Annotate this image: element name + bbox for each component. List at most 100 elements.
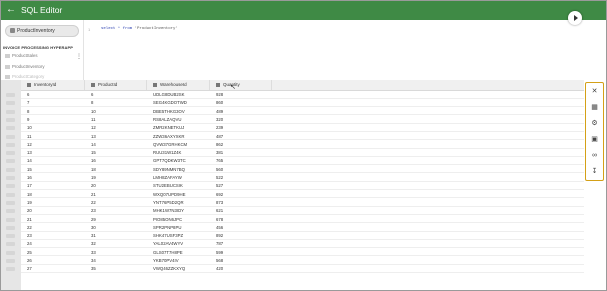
row-selector[interactable]: [6, 192, 15, 197]
table-cell: DBE5THKG3OV: [153, 108, 185, 114]
row-selector[interactable]: [6, 225, 15, 230]
table-row[interactable]: 26 34 YKB70PV4IV 568: [21, 257, 584, 265]
row-selector[interactable]: [6, 142, 15, 147]
table-cell: SHK47USF3PZ: [153, 233, 184, 239]
table-cell: 692: [216, 191, 224, 197]
table-cell: ZZW36AXYXKR: [153, 133, 185, 139]
row-selector[interactable]: [6, 151, 15, 156]
row-selector[interactable]: [6, 159, 15, 164]
table-cell: 22: [91, 199, 96, 205]
export-icon[interactable]: ▣: [590, 135, 599, 144]
table-cell: 599: [216, 249, 224, 255]
table-row[interactable]: 20 23 MHK1W7N3IDY 621: [21, 207, 584, 215]
table-cell: RS8ALZAQVU: [153, 116, 182, 122]
row-selector[interactable]: [6, 209, 15, 214]
table-cell: 13: [27, 150, 32, 156]
table-row[interactable]: 27 35 VWQ46ZZKXYQ 420: [21, 265, 584, 274]
row-selector[interactable]: [6, 217, 15, 222]
column-header-warehouseid[interactable]: WarehouseId: [147, 80, 210, 90]
sidebar: ProductInventory INVOICE PROCESSING HYPE…: [1, 20, 84, 80]
table-cell: 20: [91, 183, 96, 189]
table-cell: 19: [27, 199, 32, 205]
table-row[interactable]: 14 16 GPT7QDKW3TC 765: [21, 157, 584, 166]
row-selector[interactable]: [6, 259, 15, 263]
table-cell: 15: [91, 150, 96, 156]
section-title: INVOICE PROCESSING HYPERAPP: [3, 45, 74, 50]
column-header-inventoryid[interactable]: InventoryId: [21, 80, 85, 90]
row-selector[interactable]: [6, 242, 15, 247]
row-selector[interactable]: [6, 250, 15, 255]
table-row[interactable]: 9 11 RS8ALZAQVU 320: [21, 116, 584, 124]
table-cell: SPR2PNP8PU: [153, 224, 182, 230]
table-cell: 14: [91, 141, 96, 147]
row-selector[interactable]: [6, 109, 15, 114]
table-row[interactable]: 12 14 QVW37GRHKCM 862: [21, 141, 584, 149]
table-row[interactable]: 19 22 YNT76P5D2QR 873: [21, 199, 584, 207]
table-cell: 527: [216, 183, 224, 189]
table-cell: MHK1W7N3IDY: [153, 208, 185, 214]
sql-query[interactable]: select * from 'ProductInventory': [101, 27, 178, 31]
column-header-productid[interactable]: ProductId: [85, 80, 147, 90]
table-row[interactable]: 7 8 SEG4KGDOTWD 860: [21, 99, 584, 108]
row-selector[interactable]: [6, 234, 15, 239]
row-selector[interactable]: [6, 126, 15, 131]
row-selector[interactable]: [6, 267, 15, 272]
table-cell: 21: [91, 191, 96, 197]
table-row[interactable]: 8 10 DBE5THKG3OV 489: [21, 108, 584, 116]
table-row[interactable]: 22 30 SPR2PNP8PU 456: [21, 224, 584, 232]
row-selector[interactable]: [6, 134, 15, 139]
table-row[interactable]: 15 18 SDY89NMN7BQ 560: [21, 166, 584, 174]
table-row[interactable]: 11 13 ZZW36AXYXKR 487: [21, 133, 584, 141]
table-row[interactable]: 18 21 WXQ07UPD9HE 692: [21, 191, 584, 199]
kebab-menu-icon[interactable]: ⋮: [76, 54, 82, 60]
mouse-cursor-icon: ↖: [230, 84, 236, 91]
run-query-button[interactable]: [568, 11, 582, 25]
table-cell: ZMR2KNETKUJ: [153, 125, 185, 131]
table-row[interactable]: 16 19 LMH8ZAFAYW 522: [21, 174, 584, 182]
row-selector[interactable]: [6, 184, 15, 189]
row-selector[interactable]: [6, 176, 15, 180]
sql-editor[interactable]: 1 select * from 'ProductInventory': [84, 20, 584, 80]
table-row[interactable]: 17 20 STU2EBUCSIK 527: [21, 182, 584, 191]
table-row[interactable]: 25 33 GLS07T7H8PE 599: [21, 249, 584, 257]
table-cell: 34: [91, 258, 96, 263]
close-icon[interactable]: ✕: [590, 87, 599, 96]
table-cell: 25: [27, 249, 32, 255]
right-toolbar: ✕ ▦ ⚙ ▣ ∞ ↧: [584, 80, 606, 290]
sidebar-item-productsales[interactable]: ProductSales: [5, 52, 38, 59]
table-row[interactable]: 23 31 SHK47USF3PZ 892: [21, 232, 584, 240]
table-cell: 420: [216, 266, 224, 272]
link-icon[interactable]: ∞: [590, 151, 599, 160]
back-arrow-icon[interactable]: ←: [6, 4, 16, 16]
table-row[interactable]: 21 29 PIO85ON6JPC 678: [21, 216, 584, 224]
table-icon: [5, 64, 10, 69]
table-cell: 765: [216, 158, 224, 164]
sidebar-item-productinventory[interactable]: ProductInventory: [5, 63, 44, 70]
row-selector[interactable]: [6, 101, 15, 106]
row-selector[interactable]: [6, 200, 15, 205]
row-selector[interactable]: [6, 117, 15, 122]
row-selector[interactable]: [6, 167, 15, 172]
table-row[interactable]: 6 6 UDLG8DUB2SK 928: [21, 91, 584, 99]
sidebar-item-productcategory[interactable]: ProductCategory: [5, 73, 44, 80]
table-icon[interactable]: ▦: [590, 103, 599, 112]
table-icon: [5, 74, 10, 79]
column-header-label: ProductId: [98, 82, 118, 87]
table-row[interactable]: 24 32 YAL02AV4WYV 787: [21, 240, 584, 249]
table-row[interactable]: 10 12 ZMR2KNETKUJ 239: [21, 124, 584, 132]
download-icon[interactable]: ↧: [590, 167, 599, 176]
settings-icon[interactable]: ⚙: [590, 119, 599, 128]
table-cell: 12: [27, 141, 32, 147]
database-selector[interactable]: ProductInventory: [5, 25, 79, 37]
table-cell: RUU31W1Z4K: [153, 150, 182, 156]
table-cell: GLS07T7H8PE: [153, 249, 183, 255]
table-cell: 11: [91, 116, 96, 122]
row-selector[interactable]: [6, 93, 15, 97]
column-header-label: WarehouseId: [160, 82, 187, 87]
table-icon: [5, 53, 10, 58]
table-row[interactable]: 13 15 RUU31W1Z4K 381: [21, 149, 584, 157]
column-header-quantity[interactable]: Quantity: [210, 80, 272, 90]
table-cell: 31: [91, 233, 96, 239]
table-cell: 320: [216, 116, 224, 122]
table-cell: 522: [216, 175, 224, 180]
